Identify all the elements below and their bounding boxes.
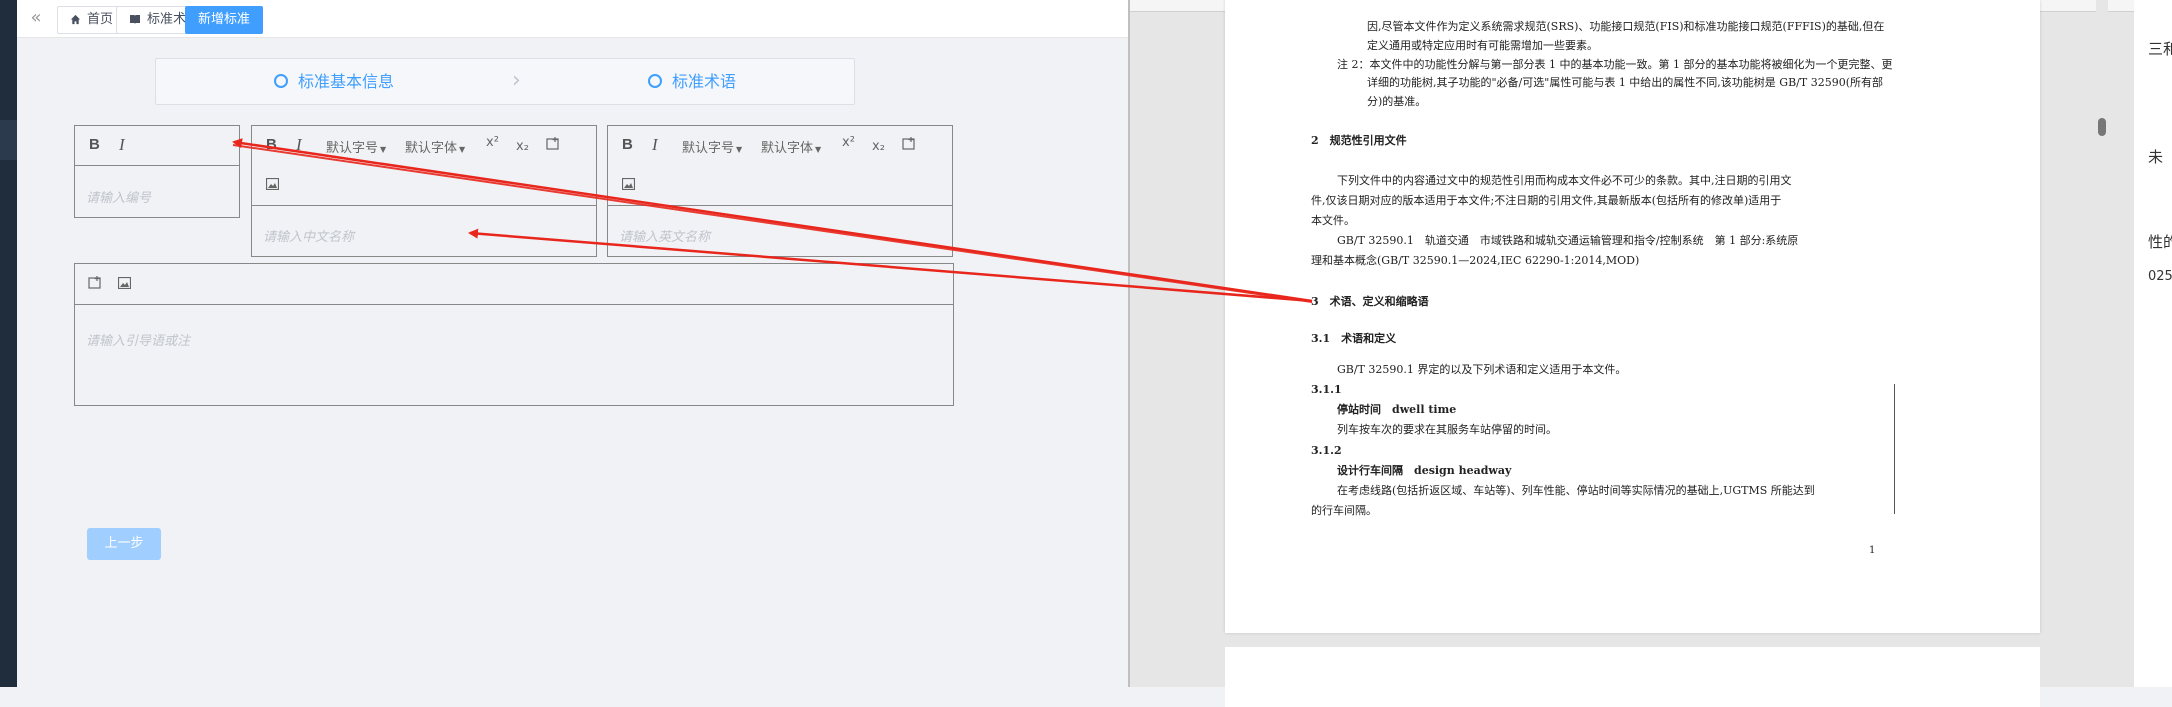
arrow-line: [233, 144, 1312, 303]
annotation-arrows: [232, 138, 1313, 303]
arrow-to-number: [232, 138, 1313, 303]
arrow-to-cn-name: [468, 228, 1313, 303]
